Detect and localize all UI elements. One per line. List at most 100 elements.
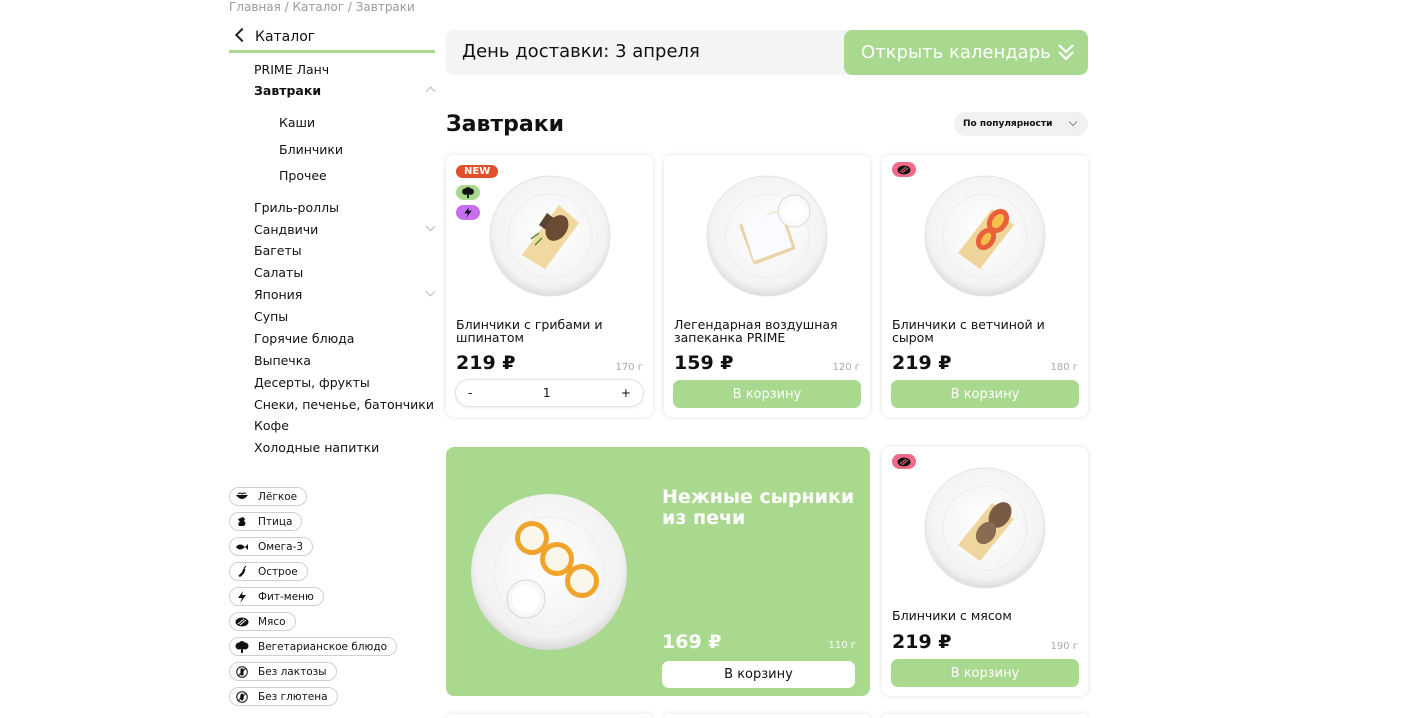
nav-subitem-porridge[interactable]: Каши — [279, 115, 315, 130]
tag-meat[interactable]: Мясо — [229, 612, 296, 631]
product-name[interactable]: Блинчики с мясом — [892, 609, 1078, 622]
nav-item-salads[interactable]: Салаты — [254, 265, 303, 280]
product-card[interactable]: Легендарная воздушная запеканка PRIME 15… — [664, 155, 870, 417]
product-weight: 190 г — [1050, 641, 1078, 652]
nav-item-coffee[interactable]: Кофе — [254, 418, 289, 433]
decrease-button[interactable]: - — [468, 386, 472, 400]
tag-vegetarian[interactable]: Вегетарианское блюдо — [229, 637, 398, 656]
broccoli-icon — [234, 640, 250, 653]
tag-label: Мясо — [258, 615, 286, 628]
add-to-cart-button[interactable]: В корзину — [673, 380, 861, 408]
nav-item-sandwiches[interactable]: Сандвичи — [254, 222, 318, 237]
tag-gluten-free[interactable]: Без глютена — [229, 687, 338, 706]
product-image[interactable] — [922, 173, 1048, 303]
product-image[interactable] — [487, 173, 613, 303]
product-price: 219 ₽ — [456, 352, 516, 374]
add-to-cart-button[interactable]: В корзину — [662, 661, 855, 688]
chevron-down-icon[interactable] — [425, 221, 436, 232]
sort-select[interactable]: По популярности — [954, 112, 1088, 136]
tag-light[interactable]: Лёгкое — [229, 487, 308, 506]
promo-title: Нежные сырники из печи — [662, 486, 855, 529]
nav-item-cold-drinks[interactable]: Холодные напитки — [254, 440, 379, 455]
chevron-left-icon — [234, 27, 250, 42]
meat-icon — [234, 616, 250, 628]
product-price: 219 ₽ — [892, 352, 952, 374]
new-badge: NEW — [456, 165, 499, 178]
product-price: 159 ₽ — [674, 352, 734, 374]
tag-omega3[interactable]: Омега-3 — [229, 537, 314, 556]
increase-button[interactable]: + — [621, 386, 631, 400]
nav-item-baguettes[interactable]: Багеты — [254, 243, 302, 258]
promo-card[interactable]: Нежные сырники из печи 169 ₽ 110 г В кор… — [446, 447, 870, 696]
open-calendar-button[interactable]: Открыть календарь — [844, 30, 1088, 75]
product-weight: 170 г — [615, 362, 643, 373]
tag-lactose-free[interactable]: Без лактозы — [229, 662, 337, 681]
add-to-cart-button[interactable]: В корзину — [891, 659, 1079, 687]
nav-item-prime-lunch[interactable]: PRIME Ланч — [254, 62, 329, 77]
promo-weight: 110 г — [828, 640, 856, 651]
product-name[interactable]: Легендарная воздушная запеканка PRIME — [674, 318, 860, 344]
quantity-stepper: - 1 + — [455, 379, 644, 407]
nav-item-bakery[interactable]: Выпечка — [254, 353, 311, 368]
nav-item-grill-rolls[interactable]: Гриль-роллы — [254, 200, 339, 215]
no-lactose-icon — [234, 665, 250, 678]
nav-subitem-other[interactable]: Прочее — [279, 168, 327, 183]
lightning-icon — [456, 205, 480, 220]
tag-spicy[interactable]: Острое — [229, 562, 308, 581]
nav-item-breakfasts[interactable]: Завтраки — [254, 83, 321, 98]
tag-fit-menu[interactable]: Фит-меню — [229, 587, 324, 606]
product-image[interactable] — [704, 173, 830, 303]
tag-label: Фит-меню — [258, 590, 314, 603]
meat-icon — [892, 454, 916, 469]
promo-image[interactable] — [470, 493, 628, 655]
chevron-up-icon[interactable] — [425, 86, 436, 97]
nav-item-hot-dishes[interactable]: Горячие блюда — [254, 331, 354, 346]
tag-label: Острое — [258, 565, 298, 578]
nav-item-snacks[interactable]: Снеки, печенье, батончики — [254, 397, 434, 412]
chili-icon — [234, 565, 250, 578]
open-calendar-label: Открыть календарь — [861, 42, 1051, 63]
nav-item-japan[interactable]: Япония — [254, 287, 302, 302]
poultry-icon — [234, 516, 250, 528]
tag-poultry[interactable]: Птица — [229, 512, 303, 531]
chevron-down-icon[interactable] — [425, 286, 436, 297]
nav-item-desserts[interactable]: Десерты, фрукты — [254, 375, 370, 390]
catalog-back-link[interactable]: Каталог — [229, 23, 435, 53]
sort-label: По популярности — [963, 119, 1053, 129]
product-name[interactable]: Блинчики с грибами и шпинатом — [456, 318, 643, 344]
tag-label: Омега-3 — [258, 540, 304, 553]
product-card[interactable]: Блинчики с мясом 219 ₽ 190 г В корзину — [882, 447, 1088, 696]
tag-label: Вегетарианское блюдо — [258, 640, 388, 653]
delivery-date-label: День доставки: 3 апреля — [462, 41, 700, 62]
product-image[interactable] — [922, 465, 1048, 595]
product-card[interactable] — [882, 714, 1088, 718]
tag-label: Без лактозы — [258, 665, 327, 678]
add-to-cart-button[interactable]: В корзину — [891, 380, 1079, 408]
no-gluten-icon — [234, 690, 250, 703]
meat-icon — [892, 162, 916, 177]
double-chevron-down-icon — [1058, 44, 1074, 61]
quantity-value: 1 — [542, 386, 551, 400]
catalog-back-label: Каталог — [255, 28, 316, 45]
product-name[interactable]: Блинчики с ветчиной и сыром — [892, 318, 1078, 344]
delivery-bar: День доставки: 3 апреля Открыть календар… — [446, 30, 1088, 75]
breadcrumb-text[interactable]: Главная / Каталог / Завтраки — [229, 0, 415, 14]
promo-price: 169 ₽ — [662, 631, 722, 653]
broccoli-icon — [456, 185, 480, 200]
product-weight: 120 г — [832, 362, 860, 373]
lightning-icon — [234, 590, 250, 603]
fish-icon — [234, 541, 250, 553]
tag-label: Лёгкое — [258, 490, 298, 503]
product-card[interactable]: NEW Блинчики с грибами и шпинатом 219 ₽ … — [446, 155, 653, 417]
nav-item-soups[interactable]: Супы — [254, 309, 288, 324]
light-food-icon — [234, 491, 250, 503]
product-card[interactable] — [664, 714, 870, 718]
page-title: Завтраки — [446, 112, 565, 137]
nav-subitem-pancakes[interactable]: Блинчики — [279, 142, 343, 157]
product-weight: 180 г — [1050, 362, 1078, 373]
product-card[interactable] — [446, 714, 653, 718]
product-card[interactable]: Блинчики с ветчиной и сыром 219 ₽ 180 г … — [882, 155, 1088, 417]
chevron-down-icon — [1068, 117, 1078, 127]
tag-label: Без глютена — [258, 690, 328, 703]
breadcrumb[interactable]: Главная / Каталог / Завтраки — [229, 0, 415, 14]
